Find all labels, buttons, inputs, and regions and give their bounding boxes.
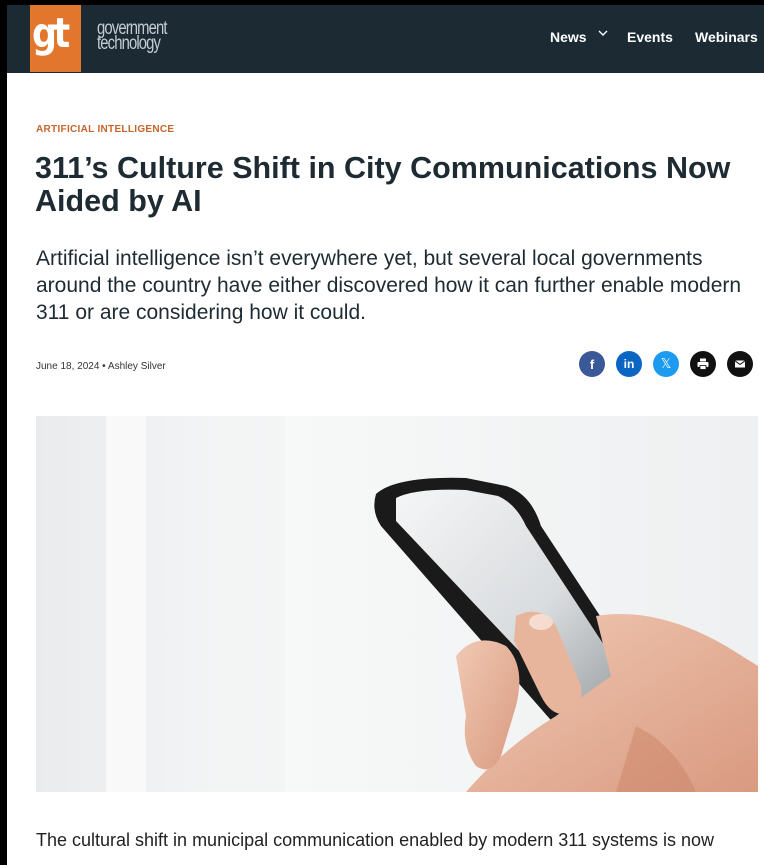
print-icon bbox=[697, 358, 709, 370]
article-byline: June 18, 2024 • Ashley Silver bbox=[36, 361, 166, 372]
share-email-button[interactable] bbox=[727, 351, 753, 377]
byline-separator: • bbox=[102, 361, 106, 372]
article-author[interactable]: Ashley Silver bbox=[108, 361, 166, 372]
linkedin-icon: in bbox=[623, 357, 635, 371]
share-linkedin-button[interactable]: in bbox=[616, 351, 642, 377]
share-x-button[interactable]: 𝕏 bbox=[653, 351, 679, 377]
hand-holding-phone-photo bbox=[36, 416, 758, 792]
logo-wordmark-line2: technology bbox=[97, 33, 161, 54]
logo-wordmark[interactable]: government technology bbox=[97, 19, 168, 54]
chevron-down-icon[interactable] bbox=[597, 27, 609, 39]
hero-image bbox=[36, 416, 758, 792]
article-date: June 18, 2024 bbox=[36, 361, 100, 372]
article-subtitle: Artificial intelligence isn’t everywhere… bbox=[36, 247, 742, 324]
article-page: gt government technology News Events Web… bbox=[7, 5, 764, 865]
email-icon bbox=[734, 360, 746, 368]
nav-item-events[interactable]: Events bbox=[627, 29, 673, 45]
facebook-icon: f bbox=[589, 356, 595, 372]
article-title: 311’s Culture Shift in City Communicatio… bbox=[35, 151, 731, 218]
site-header: gt government technology News Events Web… bbox=[7, 5, 764, 73]
x-twitter-icon: 𝕏 bbox=[660, 356, 672, 372]
nav-item-news[interactable]: News bbox=[550, 29, 587, 45]
logo-mark: gt bbox=[32, 9, 70, 57]
share-print-button[interactable] bbox=[690, 351, 716, 377]
article-body-first-line: The cultural shift in municipal communic… bbox=[36, 830, 714, 850]
article-category[interactable]: ARTIFICIAL INTELLIGENCE bbox=[36, 124, 174, 135]
nav-item-webinars[interactable]: Webinars bbox=[695, 29, 758, 45]
site-logo[interactable]: gt bbox=[30, 5, 81, 72]
share-facebook-button[interactable]: f bbox=[579, 351, 605, 377]
